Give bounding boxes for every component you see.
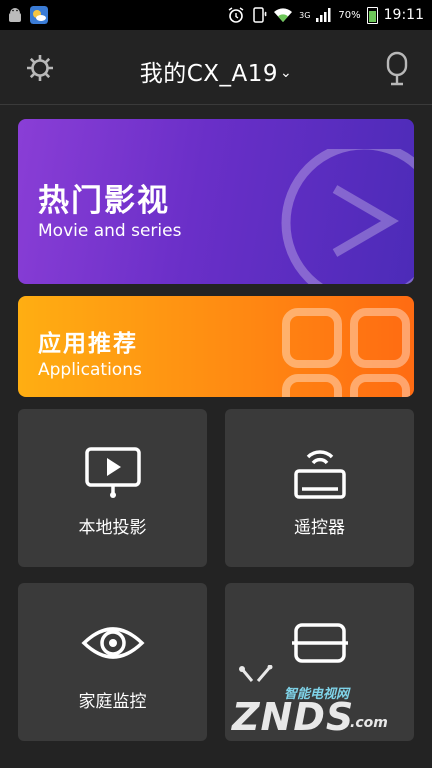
remote-control-icon	[293, 450, 346, 499]
movie-card-subtitle: Movie and series	[38, 221, 182, 241]
home-monitor-label: 家庭监控	[78, 692, 147, 712]
battery-icon	[366, 6, 378, 24]
watermark-main-text: ZNDS	[232, 695, 355, 739]
network-type: 3G	[299, 10, 311, 20]
remote-control-label: 遥控器	[294, 518, 345, 538]
apps-card-title: 应用推荐	[38, 331, 138, 357]
tv-antenna-icon	[239, 665, 273, 682]
chevron-down-icon: ⌄	[280, 65, 293, 81]
local-cast-label: 本地投影	[78, 518, 147, 538]
clock: 19:11	[383, 7, 424, 23]
weather-app-icon	[30, 6, 48, 24]
device-selector[interactable]: 我的CX_A19 ⌄	[0, 54, 432, 88]
applications-card[interactable]: 应用推荐 Applications	[18, 296, 414, 397]
apps-card-subtitle: Applications	[38, 360, 142, 380]
battery-percent: 70%	[338, 9, 361, 21]
device-box-icon	[291, 623, 348, 663]
screen-cast-icon	[84, 447, 141, 498]
local-cast-tile[interactable]: 本地投影	[18, 409, 207, 567]
system-indicators: 3G 70% 19:11	[227, 6, 424, 24]
phone-vibrate-icon	[253, 7, 267, 23]
android-debug-icon	[9, 8, 21, 22]
home-monitor-tile[interactable]: 家庭监控	[18, 583, 207, 741]
notification-icons	[6, 6, 48, 24]
play-circle-icon	[281, 149, 414, 284]
microphone-icon[interactable]	[386, 50, 408, 86]
movie-card-title: 热门影视	[38, 183, 170, 219]
status-bar: 3G 70% 19:11	[0, 0, 432, 30]
movie-series-card[interactable]: 热门影视 Movie and series	[18, 119, 414, 284]
znds-watermark: 智能电视网 ZNDS .com	[222, 665, 392, 745]
app-grid-icon	[282, 308, 410, 397]
remote-control-tile[interactable]: 遥控器	[225, 409, 414, 567]
signal-icon	[316, 8, 331, 22]
wifi-icon	[274, 8, 293, 22]
device-title: 我的CX_A19	[139, 61, 279, 87]
alarm-icon	[228, 7, 244, 23]
watermark-suffix-text: .com	[350, 715, 388, 731]
app-bar: 我的CX_A19 ⌄	[0, 30, 432, 105]
eye-icon	[80, 627, 145, 659]
